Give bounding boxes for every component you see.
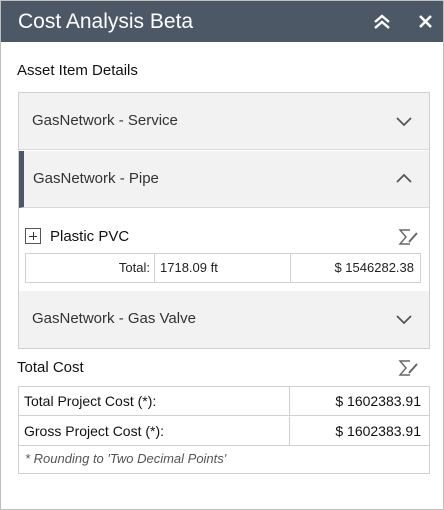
row-label: Gross Project Cost (*): [24, 423, 165, 439]
close-icon[interactable] [415, 11, 437, 33]
cell-divider [289, 387, 290, 415]
title-bar: Cost Analysis Beta [1, 1, 443, 42]
cell-divider [154, 254, 155, 282]
row-value: $ 1602383.91 [335, 423, 421, 439]
group-header-gas-valve[interactable]: GasNetwork - Gas Valve [19, 291, 429, 348]
group-label: GasNetwork - Service [32, 112, 178, 129]
rounding-note: * Rounding to 'Two Decimal Points' [25, 451, 227, 466]
total-cost-heading: Total Cost [17, 359, 84, 376]
cost-analysis-panel: Cost Analysis Beta Asset Item Details Ga… [0, 0, 444, 510]
group-label: GasNetwork - Gas Valve [32, 310, 196, 327]
panel-title: Cost Analysis Beta [18, 10, 194, 33]
total-label: Total: [118, 260, 150, 275]
total-cost-table: Total Project Cost (*): $ 1602383.91 Gro… [18, 386, 430, 474]
group-label: GasNetwork - Pipe [33, 170, 159, 187]
table-row: Total Project Cost (*): $ 1602383.91 [19, 387, 429, 416]
sigma-pencil-icon[interactable] [397, 358, 419, 383]
chevron-up-icon [395, 170, 413, 193]
group-header-service[interactable]: GasNetwork - Service [19, 93, 429, 150]
asset-item-totals: Total: 1718.09 ft $ 1546282.38 [25, 253, 421, 283]
chevron-down-icon [395, 112, 413, 135]
total-cost-value: $ 1546282.38 [334, 260, 414, 275]
row-value: $ 1602383.91 [335, 393, 421, 409]
chevron-down-icon [395, 310, 413, 333]
cell-divider [290, 254, 291, 282]
double-chevron-up-icon[interactable] [371, 11, 393, 33]
cell-divider [289, 417, 290, 445]
asset-item-name: Plastic PVC [50, 228, 130, 245]
asset-accordion: GasNetwork - Service GasNetwork - Pipe P… [18, 92, 430, 349]
sigma-pencil-icon[interactable] [397, 227, 419, 252]
group-body-pipe: Plastic PVC Total: 1718.09 ft $ 1546282.… [19, 208, 429, 290]
expand-plus-icon[interactable] [25, 228, 41, 244]
group-header-pipe[interactable]: GasNetwork - Pipe [19, 151, 429, 208]
asset-details-heading: Asset Item Details [17, 62, 138, 79]
row-label: Total Project Cost (*): [24, 393, 157, 409]
total-quantity: 1718.09 ft [160, 260, 218, 275]
table-row: Gross Project Cost (*): $ 1602383.91 [19, 417, 429, 446]
